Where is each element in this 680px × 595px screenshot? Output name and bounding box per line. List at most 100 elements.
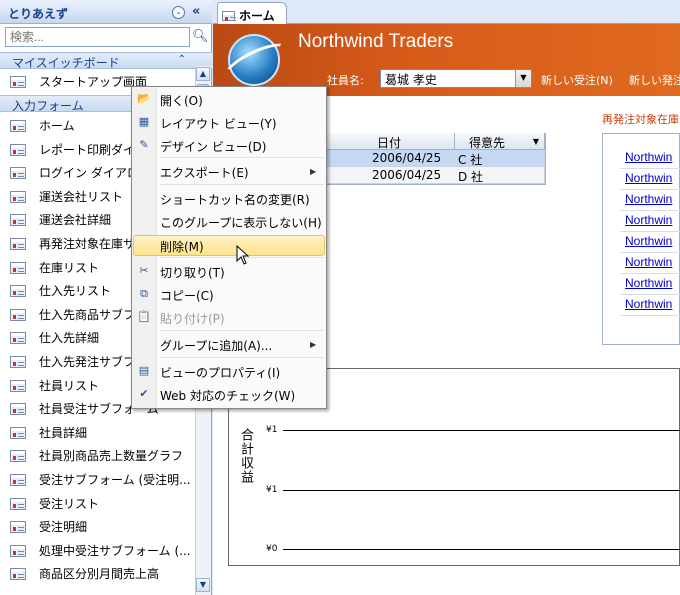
- form-icon: [10, 143, 26, 156]
- reorder-item-link[interactable]: Northwin: [625, 213, 672, 227]
- chevron-down-icon[interactable]: ▼: [515, 70, 531, 87]
- nav-item-label: 社員詳細: [39, 425, 88, 440]
- group-label: 入力フォーム: [12, 99, 84, 113]
- form-icon: [10, 497, 26, 510]
- form-icon: [10, 403, 26, 416]
- reorder-item-link[interactable]: Northwin: [625, 297, 672, 311]
- magnifier-icon[interactable]: 🔍︎: [192, 29, 209, 44]
- nav-item-label: 仕入先詳細: [39, 331, 100, 346]
- nav-title[interactable]: とりあえず: [8, 5, 68, 22]
- cell-customer: C 社: [458, 153, 483, 167]
- app-title: Northwind Traders: [298, 31, 454, 52]
- chart-gridline: [283, 430, 680, 431]
- scroll-up-icon[interactable]: ▲: [196, 67, 210, 81]
- reorder-item-link[interactable]: Northwin: [625, 150, 672, 164]
- design-view-icon: ✎: [139, 138, 149, 151]
- column-header-date[interactable]: 日付: [325, 133, 455, 150]
- group-header-switchboard[interactable]: マイスイッチボード ⌃: [0, 52, 212, 70]
- menu-item[interactable]: 切り取り(T): [160, 264, 225, 281]
- cell-date: 2006/04/25: [372, 151, 442, 165]
- menu-separator: [160, 330, 324, 331]
- form-icon: [10, 238, 26, 250]
- copy-icon: ⧉: [140, 287, 148, 300]
- row-divider: [620, 273, 680, 274]
- nav-search-input[interactable]: [5, 27, 190, 47]
- nav-item-form[interactable]: 社員別商品売上数量グラフ: [0, 443, 195, 467]
- menu-item[interactable]: 削除(M): [160, 238, 204, 255]
- nav-item-form[interactable]: 処理中受注サブフォーム (...: [0, 538, 195, 562]
- nav-item-form[interactable]: 受注リスト: [0, 491, 195, 515]
- menu-item[interactable]: 開く(O): [160, 92, 203, 109]
- form-icon: [10, 544, 26, 557]
- chart-gridline: [283, 490, 680, 491]
- employee-select[interactable]: 葛城 孝史: [380, 69, 532, 88]
- collapse-pane-icon[interactable]: «: [192, 4, 200, 19]
- new-purchase-link[interactable]: 新しい発注: [629, 72, 680, 88]
- employee-label: 社員名:: [327, 74, 364, 87]
- form-icon: [10, 426, 26, 439]
- reorder-item-link[interactable]: Northwin: [625, 234, 672, 248]
- sort-dropdown-icon[interactable]: ▼: [533, 137, 539, 146]
- scroll-down-icon[interactable]: ▼: [196, 578, 210, 592]
- menu-item[interactable]: レイアウト ビュー(Y): [160, 115, 277, 132]
- form-icon: [10, 332, 26, 345]
- y-tick-label: ¥1: [266, 485, 278, 495]
- open-icon: 📂: [137, 92, 151, 105]
- reorder-item-link[interactable]: Northwin: [625, 171, 672, 185]
- menu-separator: [160, 184, 324, 185]
- scissors-icon: ✂: [139, 264, 149, 277]
- nav-item-label: 処理中受注サブフォーム (...: [39, 543, 191, 558]
- nav-item-label: 社員別商品売上数量グラフ: [39, 449, 184, 464]
- nav-item-form[interactable]: 社員詳細: [0, 420, 195, 444]
- reorder-item-link[interactable]: Northwin: [625, 255, 672, 269]
- menu-item: 貼り付け(P): [160, 312, 225, 326]
- menu-separator: [160, 357, 324, 358]
- nav-item-label: 受注リスト: [39, 496, 100, 511]
- nav-item-label: 仕入先リスト: [39, 284, 112, 299]
- menu-separator: [160, 157, 324, 158]
- column-header-customer[interactable]: 得意先 ▼: [455, 133, 545, 150]
- nav-item-label: 受注サブフォーム (受注明...: [39, 473, 191, 487]
- nav-item-label: 運送会社リスト: [39, 189, 124, 204]
- cell-date: 2006/04/25: [372, 168, 442, 182]
- form-icon: [10, 356, 26, 368]
- menu-item[interactable]: エクスポート(E): [160, 164, 249, 181]
- properties-icon: ▤: [138, 364, 150, 377]
- nav-item-form[interactable]: 受注明細: [0, 514, 195, 538]
- menu-item[interactable]: ショートカット名の変更(R): [160, 191, 310, 208]
- form-icon: [10, 379, 26, 392]
- form-icon: [10, 120, 26, 132]
- nav-item-form[interactable]: 商品区分別月間売上高: [0, 561, 195, 585]
- menu-item[interactable]: グループに追加(A)...: [160, 337, 272, 354]
- nav-item-label: 運送会社詳細: [39, 213, 112, 228]
- submenu-arrow-icon: ▶: [310, 340, 317, 349]
- form-icon: [10, 474, 26, 486]
- nav-item-form[interactable]: 受注サブフォーム (受注明...: [0, 467, 195, 491]
- menu-item[interactable]: Web 対応のチェック(W): [160, 387, 295, 404]
- menu-item[interactable]: デザイン ビュー(D): [160, 138, 266, 155]
- form-icon: [10, 568, 26, 581]
- nav-dropdown-icon[interactable]: ⌄: [172, 6, 185, 19]
- menu-item[interactable]: このグループに表示しない(H): [160, 214, 322, 231]
- row-divider: [620, 294, 680, 295]
- y-tick-label: ¥1: [266, 425, 278, 435]
- paste-icon: 📋: [137, 310, 151, 323]
- reorder-item-link[interactable]: Northwin: [625, 192, 672, 206]
- row-divider: [620, 231, 680, 232]
- form-icon: [10, 285, 26, 298]
- menu-item[interactable]: コピー(C): [160, 287, 214, 304]
- new-order-link[interactable]: 新しい受注(N): [541, 72, 613, 88]
- menu-item[interactable]: ビューのプロパティ(I): [160, 364, 280, 381]
- row-divider: [620, 189, 680, 190]
- form-icon: [10, 521, 26, 534]
- layout-view-icon: ▦: [138, 115, 150, 128]
- cell-customer: D 社: [458, 170, 484, 184]
- group-label: マイスイッチボード: [12, 56, 120, 70]
- y-tick-label: ¥0: [266, 544, 278, 554]
- tab-home[interactable]: ホーム: [217, 2, 287, 25]
- nav-item-label: 在庫リスト: [39, 260, 100, 275]
- web-check-icon: ✔: [139, 387, 149, 400]
- reorder-item-link[interactable]: Northwin: [625, 276, 672, 290]
- collapse-chevron-icon[interactable]: ⌃: [178, 54, 186, 65]
- row-divider: [620, 168, 680, 169]
